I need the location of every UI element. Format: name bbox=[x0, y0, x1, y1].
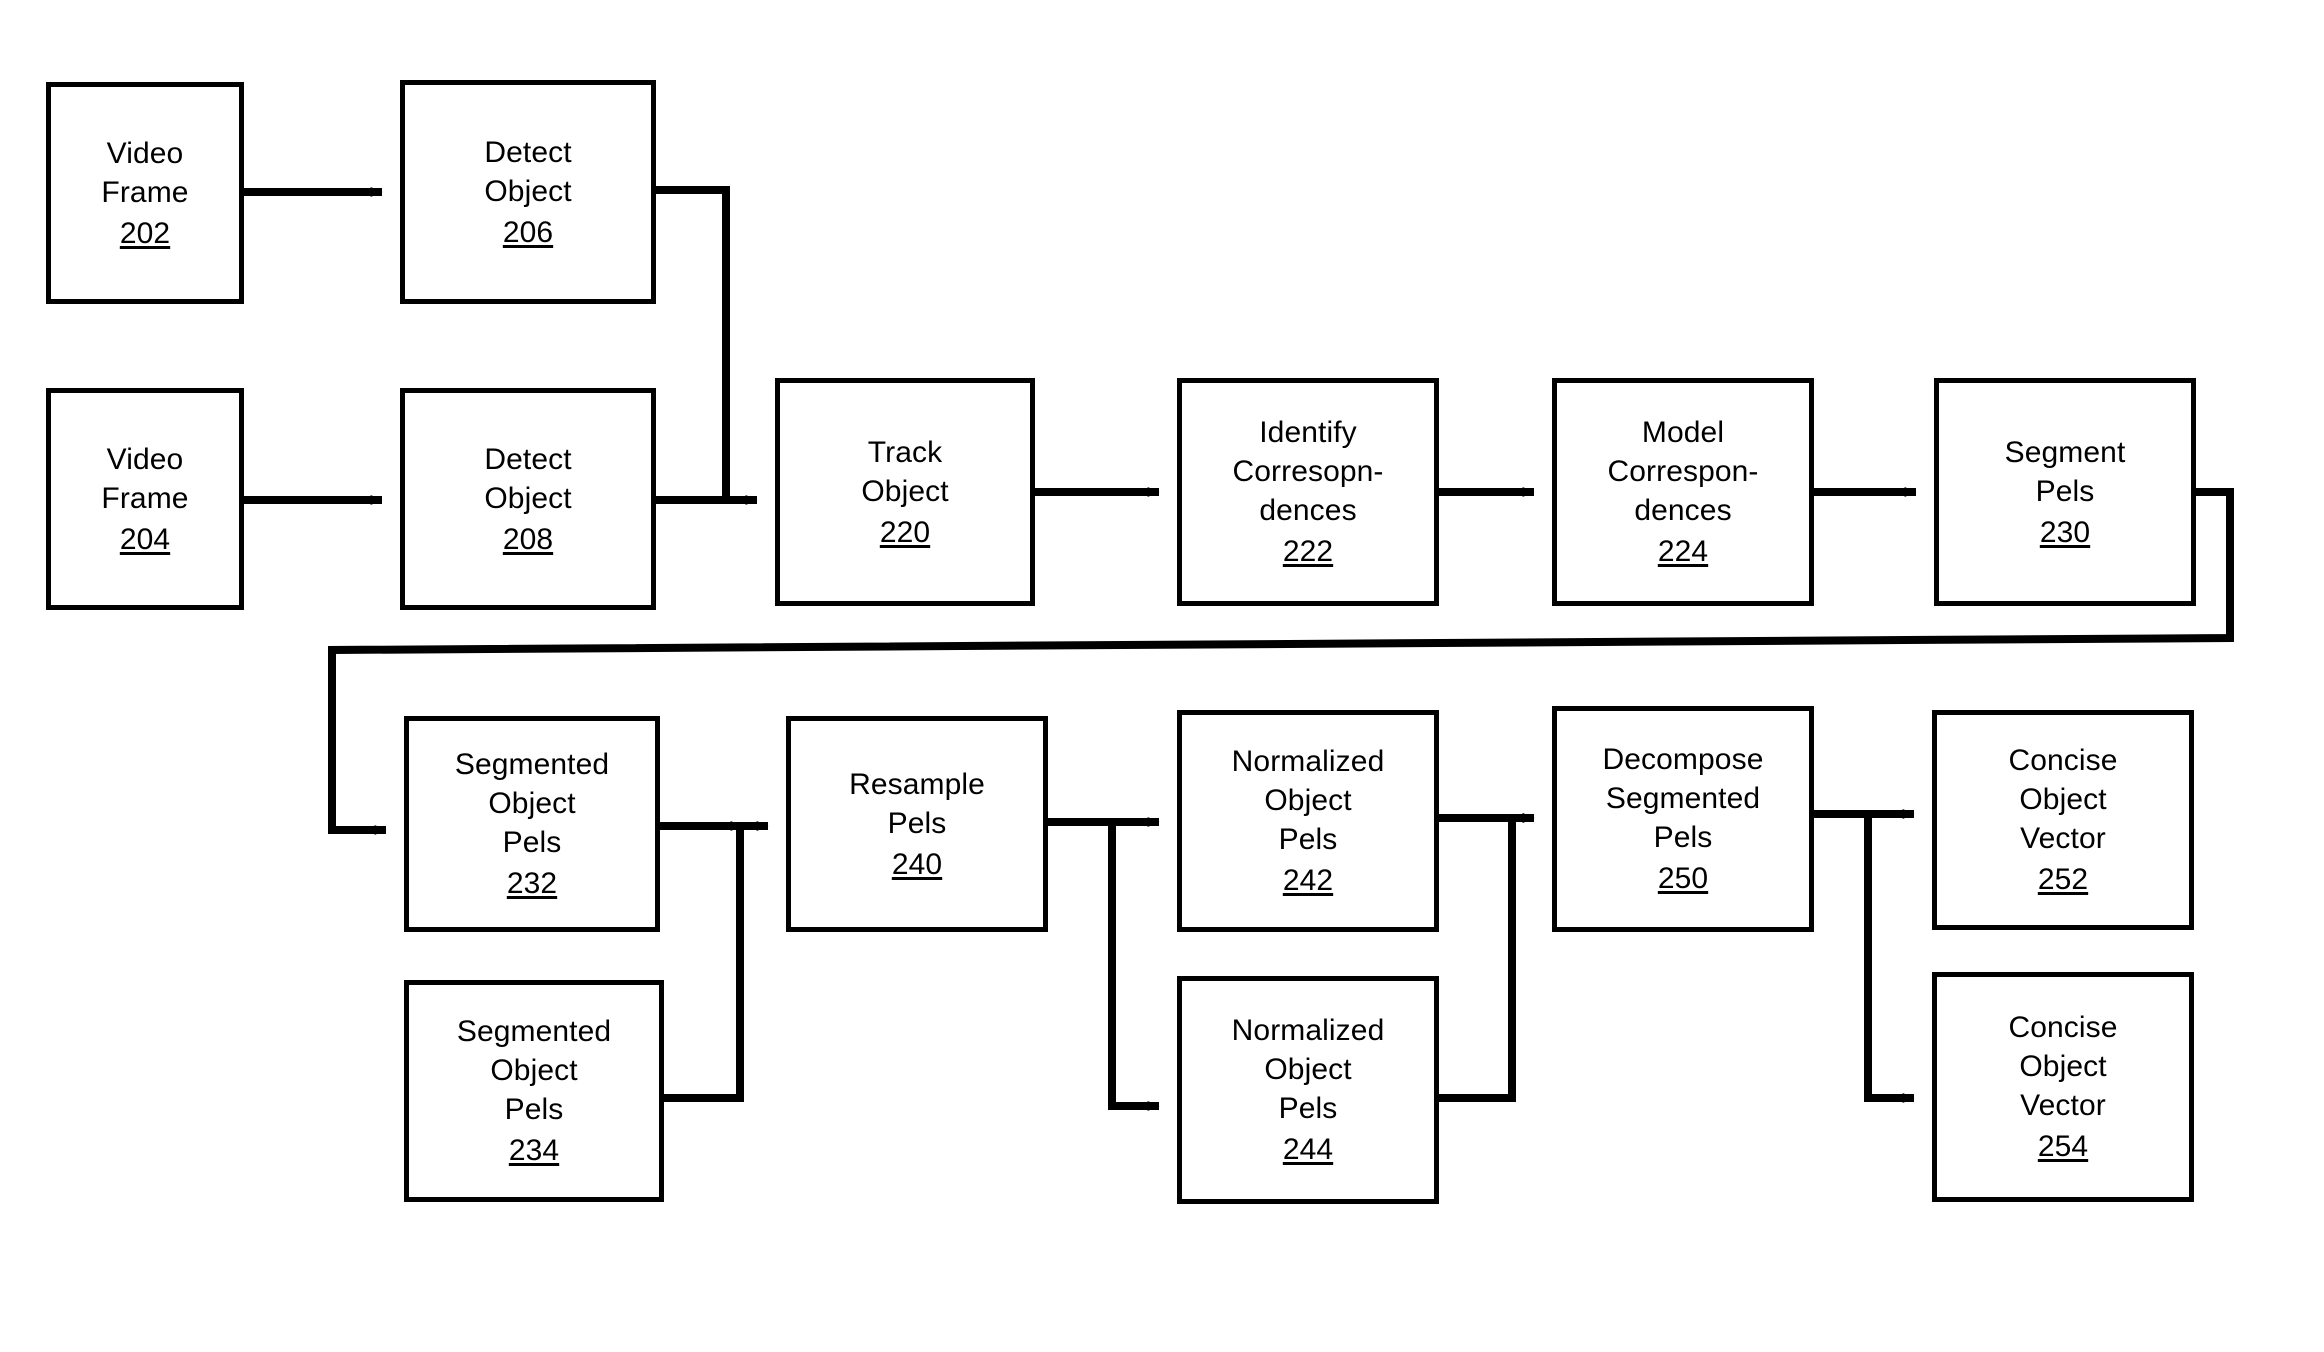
box-label-line: Identify bbox=[1259, 416, 1357, 449]
box-label-line: Model bbox=[1641, 416, 1725, 449]
box-label-line: Video bbox=[106, 136, 184, 170]
box-reference-numeral: 234 bbox=[508, 1134, 560, 1167]
box-label-line: Pels bbox=[887, 806, 947, 840]
box-label-line: Object bbox=[1264, 784, 1352, 817]
flowchart-diagram: Video Frame 202 Detect Object 206 Video Frame 20… bbox=[0, 0, 2324, 1352]
process-box-204: Video Frame 204 bbox=[46, 388, 244, 610]
box-label-line: Object bbox=[2019, 783, 2107, 816]
box-reference-numeral: 224 bbox=[1657, 535, 1709, 568]
box-label-line: Segment bbox=[2004, 435, 2126, 469]
box-label-line: dences bbox=[1634, 494, 1732, 527]
box-label-line: Segmented bbox=[1605, 782, 1761, 815]
process-box-222: Identify Corresopn-dences 222 bbox=[1177, 378, 1439, 606]
box-reference-numeral: 244 bbox=[1282, 1133, 1334, 1166]
process-box-220: Track Object 220 bbox=[775, 378, 1035, 606]
box-label-line: Pels bbox=[504, 1093, 564, 1126]
box-reference-numeral: 202 bbox=[119, 216, 171, 250]
box-label-line: Pels bbox=[2035, 474, 2095, 508]
box-label-line: Object bbox=[2019, 1050, 2107, 1083]
box-label-line: Corresopn- bbox=[1232, 455, 1384, 488]
box-label-line: Pels bbox=[502, 826, 562, 859]
process-box-254: Concise Object Vector 254 bbox=[1932, 972, 2194, 1202]
box-reference-numeral: 222 bbox=[1282, 535, 1334, 568]
box-reference-numeral: 208 bbox=[502, 522, 554, 556]
box-label-line: Object bbox=[1264, 1053, 1352, 1086]
box-label-line: Normalized bbox=[1231, 1014, 1385, 1047]
process-box-224: Model Correspon-dences 224 bbox=[1552, 378, 1814, 606]
box-reference-numeral: 250 bbox=[1657, 862, 1709, 895]
process-box-232: Segmented Object Pels 232 bbox=[404, 716, 660, 932]
box-label-line: Pels bbox=[1653, 821, 1713, 854]
box-reference-numeral: 220 bbox=[879, 515, 931, 549]
box-label-line: Pels bbox=[1278, 1092, 1338, 1125]
process-box-250: Decompose Segmented Pels 250 bbox=[1552, 706, 1814, 932]
connector-250-254 bbox=[1864, 814, 1915, 1103]
box-label-line: Object bbox=[484, 174, 572, 208]
box-label-line: Detect bbox=[484, 442, 572, 476]
box-label-line: Concise bbox=[2008, 744, 2118, 777]
box-label-line: Decompose bbox=[1602, 743, 1764, 776]
box-label-line: Vector bbox=[2020, 822, 2106, 855]
box-label-line: Normalized bbox=[1231, 745, 1385, 778]
box-label-line: Object bbox=[488, 787, 576, 820]
process-box-242: Normalized Object Pels 242 bbox=[1177, 710, 1439, 932]
box-reference-numeral: 252 bbox=[2037, 863, 2089, 896]
box-label-line: Segmented bbox=[454, 748, 610, 781]
box-label-line: Video bbox=[106, 442, 184, 476]
box-label-line: Correspon- bbox=[1607, 455, 1759, 488]
process-box-240: Resample Pels 240 bbox=[786, 716, 1048, 932]
connector-206-220 bbox=[656, 186, 730, 500]
process-box-252: Concise Object Vector 252 bbox=[1932, 710, 2194, 930]
connector-240-244 bbox=[1108, 822, 1160, 1111]
box-reference-numeral: 232 bbox=[506, 867, 558, 900]
box-label-line: Track bbox=[867, 435, 943, 469]
box-label-line: Detect bbox=[484, 135, 572, 169]
box-reference-numeral: 240 bbox=[891, 847, 943, 881]
box-reference-numeral: 242 bbox=[1282, 864, 1334, 897]
connector-234-240 bbox=[664, 821, 769, 1102]
box-label-line: Vector bbox=[2020, 1089, 2106, 1122]
process-box-234: Segmented Object Pels 234 bbox=[404, 980, 664, 1202]
box-reference-numeral: 230 bbox=[2039, 515, 2091, 549]
box-label-line: Pels bbox=[1278, 823, 1338, 856]
box-label-line: Segmented bbox=[456, 1015, 612, 1048]
box-label-line: Object bbox=[490, 1054, 578, 1087]
box-label-line: dences bbox=[1259, 494, 1357, 527]
box-label-line: Object bbox=[861, 474, 949, 508]
box-reference-numeral: 204 bbox=[119, 522, 171, 556]
process-box-202: Video Frame 202 bbox=[46, 82, 244, 304]
box-reference-numeral: 206 bbox=[502, 215, 554, 249]
box-label-line: Frame bbox=[101, 175, 189, 209]
process-box-206: Detect Object 206 bbox=[400, 80, 656, 304]
box-label-line: Concise bbox=[2008, 1011, 2118, 1044]
process-box-208: Detect Object 208 bbox=[400, 388, 656, 610]
box-reference-numeral: 254 bbox=[2037, 1130, 2089, 1163]
process-box-244: Normalized Object Pels 244 bbox=[1177, 976, 1439, 1204]
box-label-line: Object bbox=[484, 481, 572, 515]
box-label-line: Frame bbox=[101, 481, 189, 515]
connector-244-250 bbox=[1439, 813, 1535, 1102]
box-label-line: Resample bbox=[849, 767, 985, 801]
process-box-230: Segment Pels 230 bbox=[1934, 378, 2196, 606]
